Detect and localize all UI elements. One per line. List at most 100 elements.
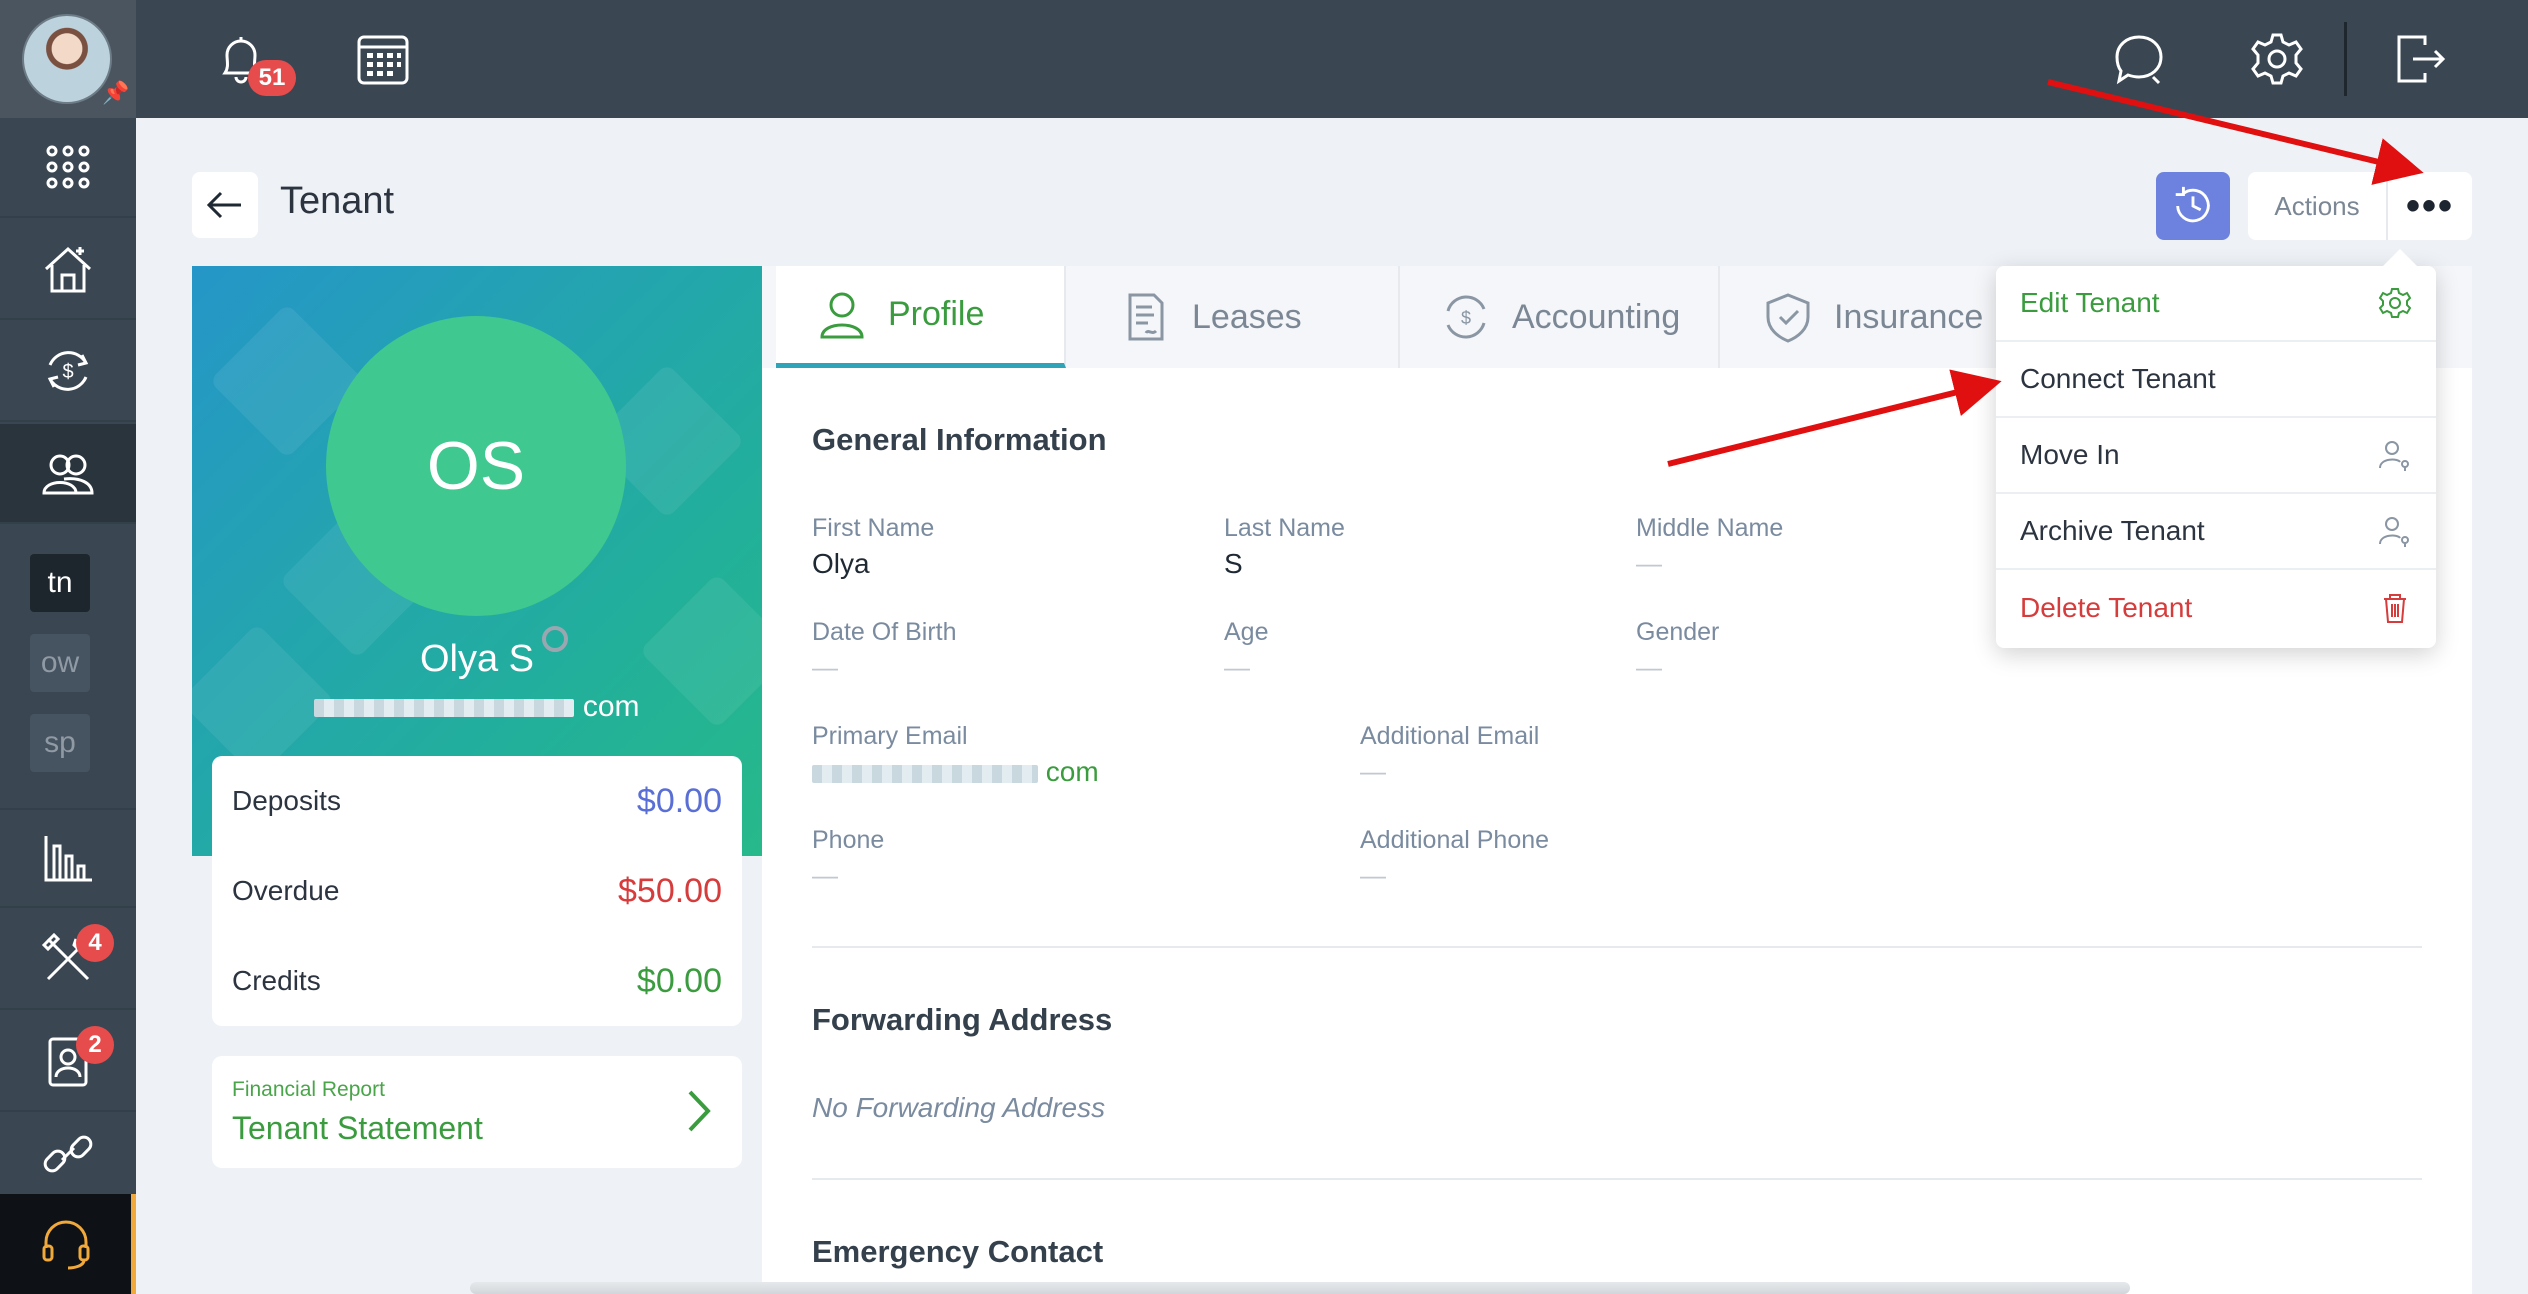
email-suffix: com [582, 690, 640, 723]
top-divider [2344, 22, 2347, 96]
additional-email-label: Additional Email [1360, 722, 1540, 750]
shield-icon [1766, 293, 1810, 343]
additional-phone-value: — [1360, 860, 1386, 890]
gear-icon [2251, 33, 2303, 85]
people-icon [42, 454, 94, 495]
arrow-left-icon [206, 191, 241, 219]
sidebar-item-accounting[interactable]: $ [0, 322, 136, 422]
tab-accounting[interactable]: $ Accounting [1400, 266, 1720, 368]
menu-item-label: Edit Tenant [2020, 287, 2160, 318]
tab-insurance[interactable]: Insurance [1722, 266, 2022, 368]
email-suffix: com [1045, 756, 1099, 787]
age-value: — [1224, 652, 1250, 682]
general-info-title: General Information [812, 422, 1107, 457]
headset-icon [42, 1220, 89, 1270]
svg-text:$: $ [62, 361, 73, 383]
sidebar-item-properties[interactable] [0, 220, 136, 320]
age-label: Age [1224, 618, 1269, 646]
forwarding-address-title: Forwarding Address [812, 1002, 1113, 1037]
primary-email-value[interactable]: com [812, 756, 1099, 788]
logout-icon [2397, 35, 2446, 83]
first-name-value: Olya [812, 548, 870, 579]
maintenance-badge: 4 [76, 924, 114, 962]
tab-label: Leases [1192, 297, 1302, 336]
forwarding-address-empty: No Forwarding Address [812, 1092, 1106, 1123]
menu-item-move-in[interactable]: Move In [1996, 418, 2436, 494]
redacted-email [812, 764, 1038, 783]
tab-label: Profile [888, 295, 985, 333]
menu-item-connect-tenant[interactable]: Connect Tenant [1996, 342, 2436, 418]
applicants-badge: 2 [76, 1026, 114, 1064]
menu-item-label: Archive Tenant [2020, 515, 2205, 546]
last-name-label: Last Name [1224, 514, 1345, 542]
balance-value: $0.00 [636, 781, 722, 820]
menu-item-edit-tenant[interactable]: Edit Tenant [1996, 266, 2436, 342]
actions-dropdown-menu: Edit Tenant Connect Tenant Move In Archi… [1996, 266, 2436, 648]
person-icon [820, 292, 864, 338]
bar-chart-icon [44, 836, 92, 882]
balance-row-deposits: Deposits $0.00 [232, 756, 722, 846]
calendar-icon [357, 35, 409, 85]
additional-email-value: — [1360, 756, 1386, 786]
sidebar-item-tenants[interactable] [0, 424, 136, 524]
balance-card: Deposits $0.00 Overdue $50.00 Credits $0… [212, 756, 742, 1026]
settings-button[interactable] [2244, 26, 2310, 92]
menu-item-archive-tenant[interactable]: Archive Tenant [1996, 494, 2436, 570]
tenant-statement-link[interactable]: Financial Report Tenant Statement [212, 1056, 742, 1168]
menu-item-label: Connect Tenant [2020, 363, 2216, 394]
tenant-name: Olya S [419, 638, 535, 680]
sidebar-item-support[interactable] [0, 1194, 136, 1294]
dob-label: Date Of Birth [812, 618, 957, 646]
additional-phone-label: Additional Phone [1360, 826, 1550, 854]
tab-profile[interactable]: Profile [776, 266, 1066, 368]
chevron-right-icon [688, 1090, 711, 1132]
property-tn[interactable]: tn [30, 554, 90, 612]
user-key-icon [2379, 441, 2409, 471]
user-key-icon [2379, 517, 2409, 547]
avatar[interactable] [22, 14, 112, 104]
divider [812, 1178, 2422, 1180]
sidebar-item-applicants[interactable]: 2 [0, 1012, 136, 1112]
sidebar-item-apps[interactable] [0, 118, 136, 218]
history-button[interactable] [2156, 172, 2230, 240]
balance-row-credits: Credits $0.00 [232, 936, 722, 1026]
house-icon [44, 246, 92, 293]
sidebar-item-maintenance[interactable]: 4 [0, 910, 136, 1010]
report-subtitle: Financial Report [232, 1078, 385, 1101]
gender-label: Gender [1636, 618, 1720, 646]
dollar-cycle-icon: $ [1446, 295, 1486, 339]
more-options-button[interactable]: ••• [2388, 172, 2472, 240]
page-title: Tenant [280, 180, 395, 222]
tenant-email[interactable]: com [192, 690, 762, 724]
phone-value: — [812, 860, 838, 890]
tab-leases[interactable]: Leases [1080, 266, 1400, 368]
back-button[interactable] [192, 172, 258, 238]
logout-button[interactable] [2386, 26, 2452, 92]
actions-button[interactable]: Actions [2248, 172, 2388, 240]
top-bar: 51 [136, 0, 2528, 118]
bottom-edge [470, 1282, 2130, 1294]
chat-button[interactable] [2104, 26, 2170, 92]
link-icon [43, 1135, 93, 1173]
grid-dots-icon [46, 145, 90, 189]
balance-label: Overdue [232, 875, 340, 906]
gear-icon [2378, 288, 2412, 318]
property-ow[interactable]: ow [30, 634, 90, 692]
sidebar-item-integrations[interactable] [0, 1114, 136, 1194]
balance-row-overdue: Overdue $50.00 [232, 846, 722, 936]
report-title: Tenant Statement [232, 1110, 483, 1146]
property-sp[interactable]: sp [30, 714, 90, 772]
sidebar-item-reports[interactable] [0, 808, 136, 908]
balance-value: $0.00 [636, 961, 722, 1000]
pin-icon[interactable]: 📌 [102, 80, 129, 106]
sidebar: 📌 $ tn ow sp 4 2 [0, 0, 136, 1294]
calendar-button[interactable] [350, 26, 416, 92]
svg-text:$: $ [1461, 308, 1471, 328]
tab-label: Accounting [1512, 297, 1681, 336]
balance-value: $50.00 [618, 871, 722, 910]
initials-avatar: OS [326, 316, 626, 616]
dob-value: — [812, 652, 838, 682]
menu-item-delete-tenant[interactable]: Delete Tenant [1996, 570, 2436, 646]
chat-icon [2115, 35, 2163, 85]
user-avatar[interactable]: 📌 [0, 0, 136, 118]
